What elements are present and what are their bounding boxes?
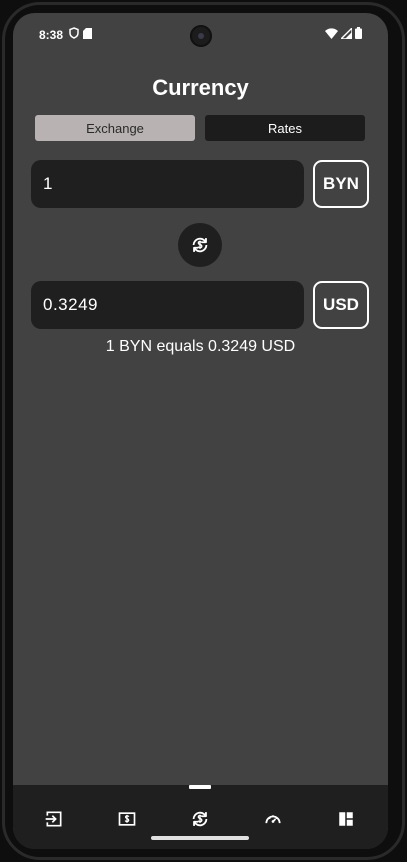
tab-rates-label: Rates xyxy=(268,120,302,136)
battery-icon xyxy=(355,27,362,39)
tab-exchange-label: Exchange xyxy=(86,120,144,136)
status-right-icons xyxy=(325,27,362,39)
front-camera xyxy=(190,25,212,47)
sd-card-icon xyxy=(83,27,92,39)
page-title: Currency xyxy=(152,75,249,100)
signal-icon xyxy=(341,27,352,39)
nav-item-money[interactable] xyxy=(113,805,141,833)
status-bar: 8:38 xyxy=(13,13,388,57)
tab-exchange[interactable]: Exchange xyxy=(35,115,195,141)
nav-item-login[interactable] xyxy=(40,805,68,833)
nav-selected-indicator xyxy=(189,785,211,789)
currency-exchange-icon xyxy=(189,808,211,830)
login-icon xyxy=(44,809,64,829)
dollar-bill-icon xyxy=(117,809,137,829)
gesture-home-handle[interactable] xyxy=(151,836,249,840)
speedometer-icon xyxy=(263,809,283,829)
tab-rates[interactable]: Rates xyxy=(205,115,365,141)
from-currency-label: BYN xyxy=(323,174,359,193)
to-currency-label: USD xyxy=(323,295,359,314)
to-amount-value: 0.3249 xyxy=(43,295,98,314)
app-screen: 8:38 Currency Exchange Rates 1 BYN 0.324… xyxy=(13,13,388,849)
currency-swap-icon xyxy=(189,234,211,256)
nav-item-speed[interactable] xyxy=(259,805,287,833)
status-time: 8:38 xyxy=(39,28,64,42)
from-amount-value: 1 xyxy=(43,174,53,193)
shield-icon xyxy=(69,27,79,39)
swap-currencies-button[interactable] xyxy=(178,223,222,267)
wifi-icon xyxy=(325,27,338,39)
nav-item-dashboard[interactable] xyxy=(332,805,360,833)
phone-frame: 8:38 Currency Exchange Rates 1 BYN 0.324… xyxy=(0,0,407,862)
from-currency-button[interactable]: BYN xyxy=(313,160,369,208)
to-currency-button[interactable]: USD xyxy=(313,281,369,329)
from-amount-input[interactable]: 1 xyxy=(31,160,304,208)
dashboard-icon xyxy=(337,810,355,828)
status-left-icons xyxy=(69,27,92,39)
conversion-result-text: 1 BYN equals 0.3249 USD xyxy=(105,338,296,355)
to-amount-input[interactable]: 0.3249 xyxy=(31,281,304,329)
nav-item-exchange[interactable] xyxy=(186,805,214,833)
